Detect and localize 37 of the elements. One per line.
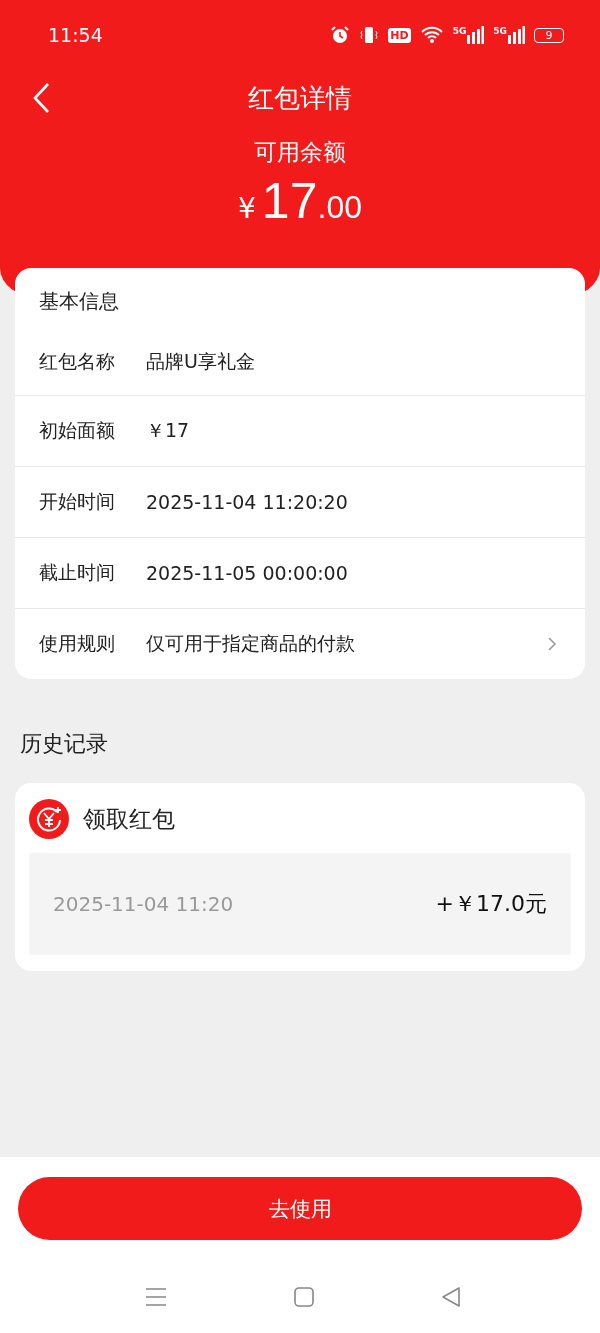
network-type: 5G <box>452 26 467 36</box>
back-triangle-icon[interactable] <box>440 1285 462 1308</box>
field-label: 开始时间 <box>39 489 116 514</box>
battery-indicator: 9 <box>534 27 564 43</box>
field-label: 截止时间 <box>39 560 116 585</box>
back-icon[interactable] <box>32 82 52 114</box>
field-label: 红包名称 <box>39 349 116 374</box>
record-title: 领取红包 <box>83 804 175 834</box>
field-value: 2025-11-05 00:00:00 <box>146 562 349 584</box>
field-value: 品牌U享礼金 <box>146 349 256 374</box>
wifi-icon <box>419 25 444 45</box>
page-title: 红包详情 <box>248 81 352 115</box>
record-time: 2025-11-04 11:20 <box>53 892 234 916</box>
signal-icon <box>507 26 525 44</box>
currency-symbol: ¥ <box>238 192 256 225</box>
section-title: 历史记录 <box>19 730 109 758</box>
balance-label: 可用余额 <box>253 138 347 167</box>
use-button[interactable]: 去使用 <box>18 1177 582 1240</box>
field-value: ￥17 <box>146 418 191 443</box>
signal-icon <box>466 26 485 44</box>
status-time: 11:54 <box>48 24 103 46</box>
field-value: 2025-11-04 11:20:20 <box>146 491 349 513</box>
field-value: 仅可用于指定商品的付款 <box>146 631 356 656</box>
record-amount: +￥17.0元 <box>435 890 547 918</box>
home-icon[interactable] <box>292 1285 315 1308</box>
chevron-right-icon[interactable] <box>547 636 557 652</box>
section-title: 基本信息 <box>38 288 120 315</box>
alarm-icon <box>330 25 351 45</box>
balance-decimal: .00 <box>317 189 362 226</box>
network-type: 5G <box>493 26 507 36</box>
field-label: 使用规则 <box>39 631 116 656</box>
menu-icon[interactable] <box>145 1286 167 1307</box>
vibrate-icon <box>359 25 380 45</box>
hd-voice-indicator: HD <box>388 27 411 43</box>
field-label: 初始面额 <box>39 418 116 443</box>
balance-amount: 17 <box>261 172 318 230</box>
coin-icon <box>29 799 69 839</box>
